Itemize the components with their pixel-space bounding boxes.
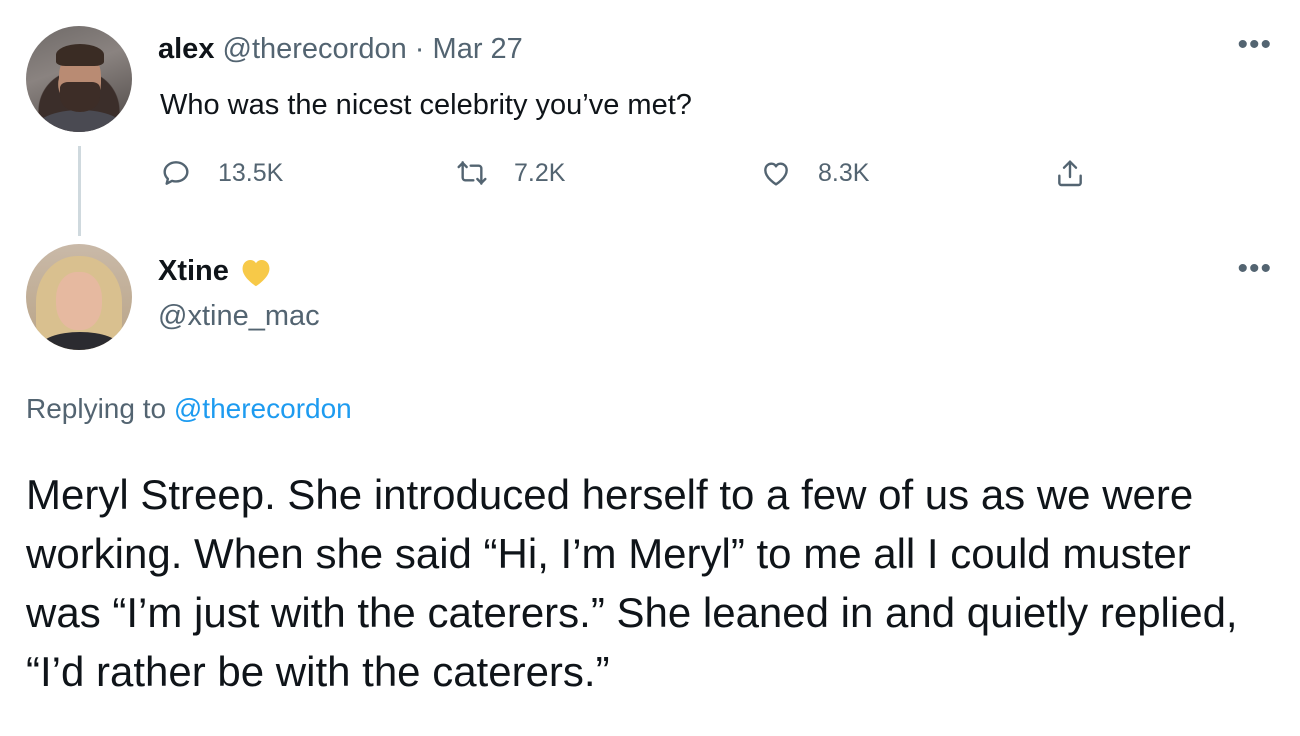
like-count: 8.3K (818, 158, 870, 187)
reply-author-row: Xtine (158, 255, 273, 288)
replying-to-mention[interactable]: @therecordon (174, 393, 352, 424)
share-button[interactable] (1054, 155, 1086, 191)
tweet-header: alex @therecordon · Mar 27 (158, 33, 523, 66)
avatar-xtine[interactable] (26, 244, 132, 350)
more-icon[interactable]: ••• (1237, 254, 1272, 284)
avatar-alex[interactable] (26, 26, 132, 132)
header-separator: · (414, 33, 425, 65)
retweet-button[interactable]: 7.2K (456, 155, 565, 191)
reply-icon (163, 161, 189, 185)
reply-author-name[interactable]: Xtine (158, 255, 229, 288)
reply-text: Meryl Streep. She introduced herself to … (26, 471, 1238, 695)
retweet-icon (457, 161, 487, 185)
like-icon (764, 162, 788, 186)
avatar-beard (60, 82, 100, 112)
reply-button[interactable]: 13.5K (160, 155, 283, 191)
thread-connector-line (78, 146, 81, 236)
author-name[interactable]: alex (158, 33, 214, 65)
reply-count: 13.5K (218, 158, 284, 187)
author-handle[interactable]: @therecordon (223, 33, 407, 65)
yellow-heart-icon (242, 259, 270, 286)
more-icon[interactable]: ••• (1237, 30, 1272, 60)
share-icon (1058, 160, 1082, 187)
like-button[interactable]: 8.3K (760, 155, 869, 191)
reply-author-handle[interactable]: @xtine_mac (158, 300, 320, 333)
avatar-shirt (34, 110, 126, 132)
tweet-date[interactable]: Mar 27 (433, 33, 523, 65)
replying-to-line: Replying to @therecordon (26, 393, 352, 425)
tweet-text: Who was the nicest celebrity you’ve met? (160, 89, 692, 121)
avatar-face (56, 272, 102, 330)
replying-to-prefix: Replying to (26, 393, 167, 424)
retweet-count: 7.2K (514, 158, 566, 187)
avatar-hair (56, 44, 104, 66)
